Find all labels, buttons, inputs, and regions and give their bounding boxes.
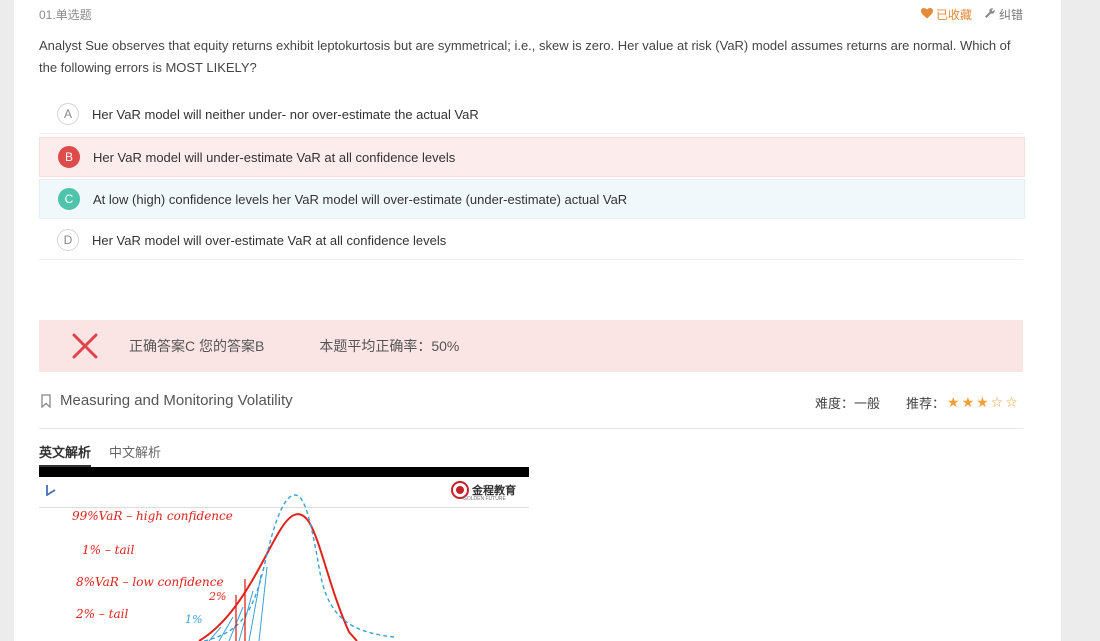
knowledge-point-title[interactable]: Measuring and Monitoring Volatility: [60, 392, 293, 409]
question-number: 01.单选题: [39, 8, 92, 22]
question-tools: 已收藏 纠错: [920, 6, 1023, 23]
question-text: Analyst Sue observes that equity returns…: [39, 38, 1011, 75]
star-empty-icon: ☆: [990, 394, 1004, 410]
question-card: 01.单选题 已收藏 纠错 Analyst Sue observes that …: [14, 0, 1061, 641]
tab-chinese-analysis[interactable]: 中文解析: [109, 442, 161, 467]
favorite-button[interactable]: 已收藏: [920, 6, 972, 23]
note-1-tail: 1% – tail: [82, 543, 135, 557]
recommend-rating: 推荐： ★ ★ ★ ☆ ☆: [906, 393, 1018, 412]
option-letter: C: [58, 188, 80, 210]
favorite-label: 已收藏: [935, 8, 972, 22]
option-d[interactable]: D Her VaR model will over-estimate VaR a…: [39, 221, 1023, 260]
bookmark-icon: [41, 394, 51, 413]
star-filled-icon: ★: [976, 394, 989, 410]
option-b[interactable]: B Her VaR model will under-estimate VaR …: [39, 137, 1025, 177]
correction-label: 纠错: [998, 8, 1023, 22]
wrench-icon: [984, 7, 996, 22]
difficulty-label: 难度：: [815, 396, 855, 411]
option-text: Her VaR model will neither under- nor ov…: [92, 106, 479, 122]
star-empty-icon: ☆: [1005, 394, 1018, 410]
analysis-video[interactable]: 金程教育 GOLDEN FUTURE 99%VaR – high confide…: [39, 467, 529, 641]
tab-english-analysis[interactable]: 英文解析: [39, 442, 92, 467]
accuracy-rate: 本题平均正确率：50%: [319, 338, 460, 354]
option-text: At low (high) confidence levels her VaR …: [93, 191, 628, 207]
note-99-var: 99%VaR – high confidence: [72, 509, 233, 523]
wrong-x-icon: [72, 333, 98, 359]
note-2-percent: 2%: [209, 590, 227, 603]
result-banner: 正确答案C 您的答案B 本题平均正确率：50%: [39, 320, 1023, 372]
star-filled-icon: ★: [947, 394, 960, 410]
difficulty: 难度：一般: [815, 393, 880, 412]
heart-icon: [920, 7, 933, 22]
option-letter: A: [57, 103, 79, 125]
option-letter: B: [58, 146, 80, 168]
answer-text: 正确答案C 您的答案B: [129, 338, 265, 354]
note-1-percent: 1%: [185, 613, 203, 626]
option-c[interactable]: C At low (high) confidence levels her Va…: [39, 179, 1025, 219]
note-2-tail: 2% – tail: [76, 607, 129, 621]
option-text: Her VaR model will over-estimate VaR at …: [92, 232, 447, 248]
difficulty-value: 一般: [854, 396, 881, 411]
knowledge-point-bar: Measuring and Monitoring Volatility 难度：一…: [39, 388, 1023, 429]
star-rating: ★ ★ ★ ☆ ☆: [945, 395, 1018, 410]
option-letter: D: [57, 229, 79, 251]
analysis-tabs: 英文解析 中文解析: [39, 442, 161, 467]
note-8-var: 8%VaR – low confidence: [76, 575, 224, 589]
option-text: Her VaR model will under-estimate VaR at…: [93, 149, 456, 165]
star-filled-icon: ★: [961, 394, 975, 410]
recommend-label: 推荐：: [906, 396, 946, 411]
option-a[interactable]: A Her VaR model will neither under- nor …: [39, 95, 1023, 134]
correction-button[interactable]: 纠错: [984, 6, 1023, 23]
